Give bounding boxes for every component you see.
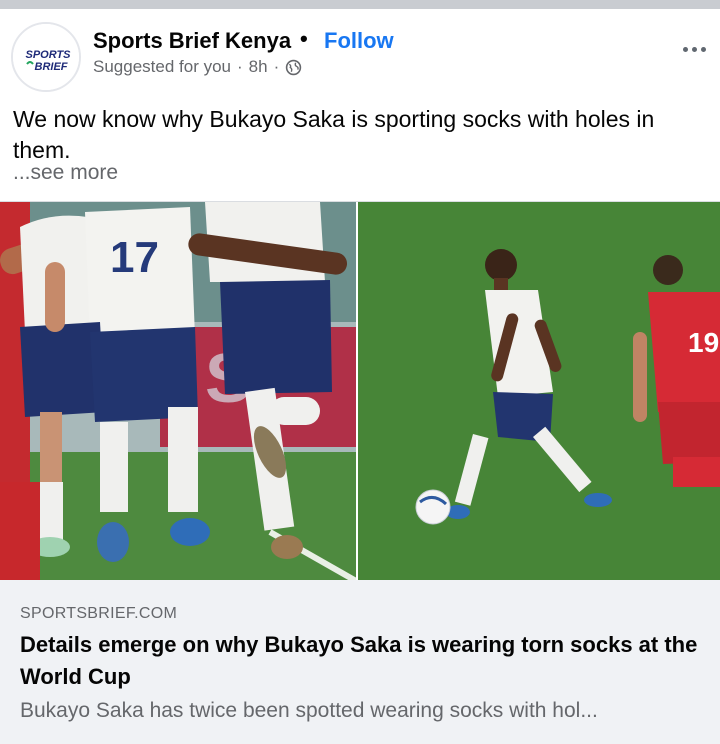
post-images[interactable]: S 17 xyxy=(0,201,720,581)
bukayo-saka-dribbling-photo[interactable]: 19 xyxy=(358,202,720,581)
suggested-label: Suggested for you xyxy=(93,57,231,76)
more-options-icon xyxy=(682,46,688,52)
svg-text:BRIEF: BRIEF xyxy=(35,61,68,73)
link-domain: SPORTSBRIEF.COM xyxy=(20,605,178,622)
top-divider-strip xyxy=(0,0,720,9)
post-time[interactable]: 8h xyxy=(249,57,268,77)
name-follow-separator: • xyxy=(300,26,308,51)
post-meta: Suggested for you · 8h · xyxy=(93,57,302,77)
soccer-players-feet-photo[interactable]: S 17 xyxy=(0,202,356,581)
svg-text:17: 17 xyxy=(110,233,159,282)
link-description: Bukayo Saka has twice been spotted weari… xyxy=(20,699,598,722)
link-preview[interactable]: SPORTSBRIEF.COM Details emerge on why Bu… xyxy=(0,580,720,744)
meta-dot-2: · xyxy=(273,57,280,76)
link-headline[interactable]: Details emerge on why Bukayo Saka is wea… xyxy=(20,629,700,693)
svg-text:19: 19 xyxy=(688,327,719,358)
follow-button[interactable]: Follow xyxy=(324,28,394,54)
page-name[interactable]: Sports Brief Kenya xyxy=(93,28,291,54)
post-header: SPORTS BRIEF Sports Brief Kenya • Follow… xyxy=(0,9,720,99)
post-text: We now know why Bukayo Saka is sporting … xyxy=(13,106,655,163)
globe-icon xyxy=(286,59,302,75)
page-avatar[interactable]: SPORTS BRIEF xyxy=(11,22,81,92)
sports-brief-logo: SPORTS BRIEF xyxy=(13,24,79,90)
see-more-link[interactable]: ...see more xyxy=(13,161,118,185)
more-options-button[interactable] xyxy=(677,37,711,61)
meta-dot: · xyxy=(236,57,243,76)
svg-text:SPORTS: SPORTS xyxy=(25,49,71,61)
